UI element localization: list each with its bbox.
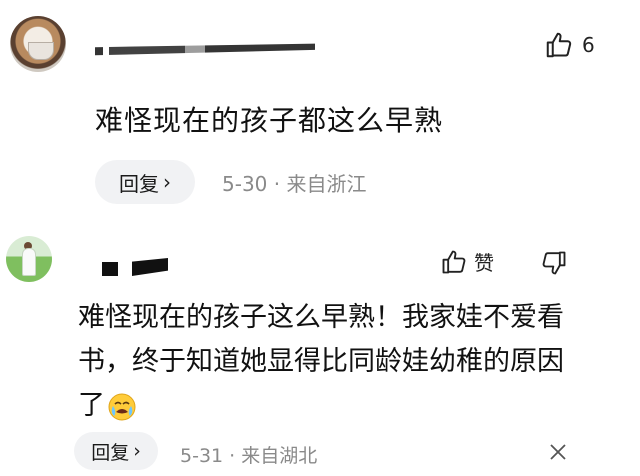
close-button[interactable] <box>548 442 568 466</box>
redacted-username <box>102 262 118 276</box>
redacted-username <box>132 258 168 276</box>
reply-label: 回复 <box>119 171 159 196</box>
dislike-button[interactable] <box>540 249 568 281</box>
comment-location: 来自湖北 <box>241 445 318 467</box>
comment-text: 难怪现在的孩子都这么早熟 <box>95 104 444 137</box>
thumbs-down-icon <box>542 251 566 275</box>
comment-date: 5-30 <box>222 172 268 196</box>
avatar[interactable] <box>6 236 52 282</box>
like-button[interactable]: 6 <box>544 30 595 60</box>
meta-separator: · <box>273 172 281 196</box>
comment-meta: 5-30 · 来自浙江 <box>222 168 366 197</box>
crying-face-icon <box>108 393 136 420</box>
thumbs-up-icon <box>546 32 572 58</box>
comment-text-line: 了 <box>78 390 105 421</box>
meta-separator: · <box>229 445 236 467</box>
comment-text-line: 书，终于知道她显得比同龄娃幼稚的原因 <box>78 346 564 377</box>
reply-button[interactable]: 回复 › <box>74 432 158 470</box>
comment-location: 来自浙江 <box>286 172 367 196</box>
redacted-username <box>95 43 315 56</box>
like-count: 6 <box>582 33 595 57</box>
comment-text-line-last: 了 <box>78 384 598 428</box>
comment-date: 5-31 <box>180 445 224 467</box>
thumbs-up-icon <box>442 250 466 273</box>
avatar-figure-body <box>22 248 36 276</box>
comment-text: 难怪现在的孩子这么早熟！我家娃不爱看 书，终于知道她显得比同龄娃幼稚的原因 了 <box>78 296 598 428</box>
chevron-right-icon: › <box>163 170 171 194</box>
like-button[interactable]: 赞 <box>440 247 494 276</box>
coffee-cup-image <box>28 42 54 60</box>
comment-text-line: 难怪现在的孩子这么早熟！我家娃不爱看 <box>78 302 564 333</box>
reply-label: 回复 <box>91 441 130 464</box>
chevron-right-icon: › <box>133 440 141 462</box>
comment-meta: 5-31 · 来自湖北 <box>180 441 317 468</box>
reply-button[interactable]: 回复 › <box>95 160 195 204</box>
avatar[interactable] <box>10 16 66 72</box>
like-label: 赞 <box>474 251 494 275</box>
close-icon <box>550 444 566 460</box>
